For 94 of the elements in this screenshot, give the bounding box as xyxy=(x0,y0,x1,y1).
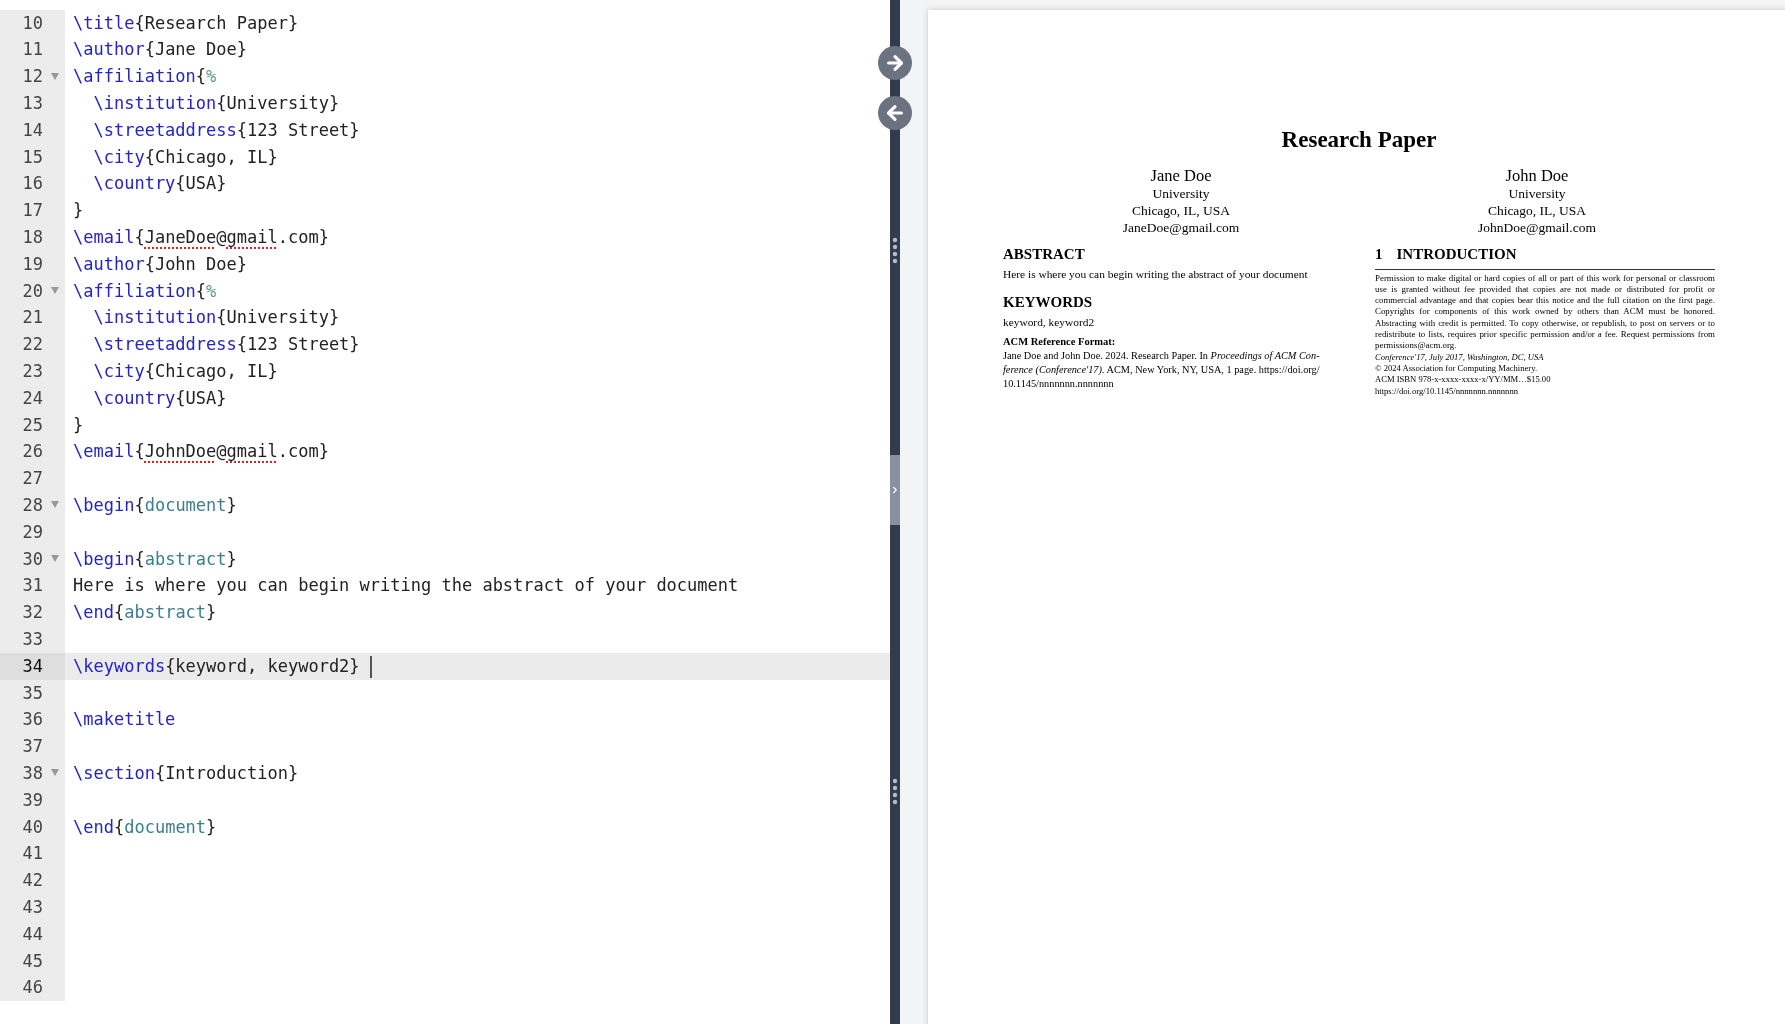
code-line: \end{document} xyxy=(73,815,217,839)
line-number: 13 xyxy=(22,92,43,116)
code-line: \author{John Doe} xyxy=(73,252,247,276)
text-cursor xyxy=(369,655,372,678)
keywords-text: keyword, keyword2 xyxy=(1003,314,1095,330)
line-number: 14 xyxy=(22,118,43,142)
collapse-button[interactable] xyxy=(890,455,900,525)
copyright-line: https://doi.org/10.1145/nnnnnnn.nnnnnnn xyxy=(1375,386,1518,398)
grip-icon[interactable] xyxy=(892,778,898,806)
line-number: 17 xyxy=(22,199,43,223)
code-line: \streetaddress{123 Street} xyxy=(92,118,360,142)
copyright-line: ACM ISBN 978-x-xxxx-xxxx-x/YY/MM…$15.00 xyxy=(1375,374,1551,387)
reference-format-heading: ACM Reference Format: xyxy=(1003,334,1116,349)
code-line: } xyxy=(73,199,84,223)
author-email: JaneDoe@gmail.com xyxy=(1122,218,1240,236)
line-number: 10 xyxy=(22,11,43,35)
code-line: \end{abstract} xyxy=(73,601,217,625)
line-number: 36 xyxy=(22,708,43,732)
code-line: \affiliation{% xyxy=(73,65,217,89)
section-heading: INTRODUCTION xyxy=(1396,244,1517,263)
line-number: 39 xyxy=(22,788,43,812)
line-number: 25 xyxy=(22,413,43,437)
fold-icon[interactable] xyxy=(51,286,59,294)
fold-icon[interactable] xyxy=(51,554,59,562)
line-number: 33 xyxy=(22,627,43,651)
permission-notice: Permission to make digital or hard copies of all or part of this work for personal or classroom use is granted without fee provided that copies are not made or distributed for profit or commercial advantage and that copies bear this notice and the full citation on the first page. Copyrights for components of this work owned by others than ACM must be honored. Abstracting with credit is permitted. To copy otherwise, or republish, to post on servers or to redistribute to lists, requires prior specific permission and/or a fee. Request permissions from permissions@acm.org. xyxy=(1375,272,1715,352)
line-number: 28 xyxy=(22,494,43,517)
line-number: 26 xyxy=(22,440,43,464)
line-number: 46 xyxy=(22,976,43,1000)
line-number: 16 xyxy=(22,172,43,196)
code-line: \email{JaneDoe@gmail.com} xyxy=(73,226,329,249)
line-number: 45 xyxy=(22,949,43,973)
code-line: \city{Chicago, IL} xyxy=(92,360,278,383)
section-number: 1 xyxy=(1375,244,1383,263)
chevron-right-icon xyxy=(890,485,900,495)
code-line: \author{Jane Doe} xyxy=(73,38,247,62)
code-line: \city{Chicago, IL} xyxy=(92,145,278,169)
reference-text: Jane Doe and John Doe. 2024. Research Paper. In Proceedings of ACM Con- ference (Conference'17). ACM, New York, NY, USA, 1 page. https://doi.org/ 10.1145/nnnnnnn.nnnnnnn xyxy=(1003,348,1320,391)
code-line: \country{USA} xyxy=(92,386,227,410)
code-line: \section{Introduction} xyxy=(73,761,299,785)
section-heading: ABSTRACT xyxy=(1003,244,1085,263)
code-line: \email{JohnDoe@gmail.com} xyxy=(73,440,329,464)
code-line: } xyxy=(73,413,84,437)
code-line: \streetaddress{123 Street} xyxy=(92,333,360,357)
copyright-line: © 2024 Association for Computing Machinery. xyxy=(1375,362,1538,375)
code-line: \begin{abstract} xyxy=(73,547,237,571)
author-location: Chicago, IL, USA xyxy=(1131,201,1231,219)
line-number: 44 xyxy=(22,922,43,946)
line-number: 43 xyxy=(22,895,43,919)
line-number: 22 xyxy=(22,333,43,357)
line-number: 38 xyxy=(22,761,43,785)
code-line: \title{Research Paper} xyxy=(73,11,299,35)
line-number: 18 xyxy=(22,226,43,249)
line-number: 40 xyxy=(22,815,43,839)
author-name: Jane Doe xyxy=(1150,165,1212,185)
code-line: \institution{University} xyxy=(92,306,340,330)
line-number: 37 xyxy=(22,735,43,759)
code-line: \begin{document} xyxy=(73,494,237,517)
code-line: \affiliation{% xyxy=(73,279,217,303)
fold-icon[interactable] xyxy=(51,769,59,777)
line-number: 21 xyxy=(22,306,43,330)
line-number: 32 xyxy=(22,601,43,625)
line-number: 11 xyxy=(22,38,43,62)
code-line: \keywords{keyword, keyword2} xyxy=(73,654,360,678)
line-number: 35 xyxy=(22,681,43,705)
author-name: John Doe xyxy=(1505,165,1569,185)
conference-line: Conference'17, July 2017, Washington, DC, USA xyxy=(1375,351,1544,363)
line-number: 41 xyxy=(22,842,43,866)
line-number: 15 xyxy=(22,145,43,169)
line-number: 19 xyxy=(22,252,43,276)
line-number: 30 xyxy=(22,547,43,571)
line-number: 23 xyxy=(22,360,43,383)
line-number: 27 xyxy=(22,467,43,491)
grip-icon[interactable] xyxy=(892,237,898,265)
section-heading: KEYWORDS xyxy=(1003,292,1093,311)
line-number: 34 xyxy=(22,654,43,678)
author-email: JohnDoe@gmail.com xyxy=(1478,218,1596,236)
author-institution: University xyxy=(1152,184,1210,202)
line-number: 24 xyxy=(22,386,43,410)
line-number: 12 xyxy=(22,65,43,89)
line-number: 29 xyxy=(22,520,43,544)
line-number: 42 xyxy=(22,869,43,893)
code-line: Here is where you can begin writing the abstract of your document xyxy=(73,574,739,598)
code-line: \maketitle xyxy=(73,708,176,732)
code-line: \country{USA} xyxy=(92,172,227,196)
abstract-text: Here is where you can begin writing the abstract of your document xyxy=(1003,266,1308,282)
author-institution: University xyxy=(1508,184,1566,202)
fold-icon[interactable] xyxy=(51,72,59,80)
line-number: 20 xyxy=(22,279,43,303)
code-line: \institution{University} xyxy=(92,92,340,116)
author-location: Chicago, IL, USA xyxy=(1487,201,1587,219)
paper-title: Research Paper xyxy=(1281,127,1437,152)
fold-icon[interactable] xyxy=(51,501,59,509)
line-number: 31 xyxy=(22,574,43,598)
